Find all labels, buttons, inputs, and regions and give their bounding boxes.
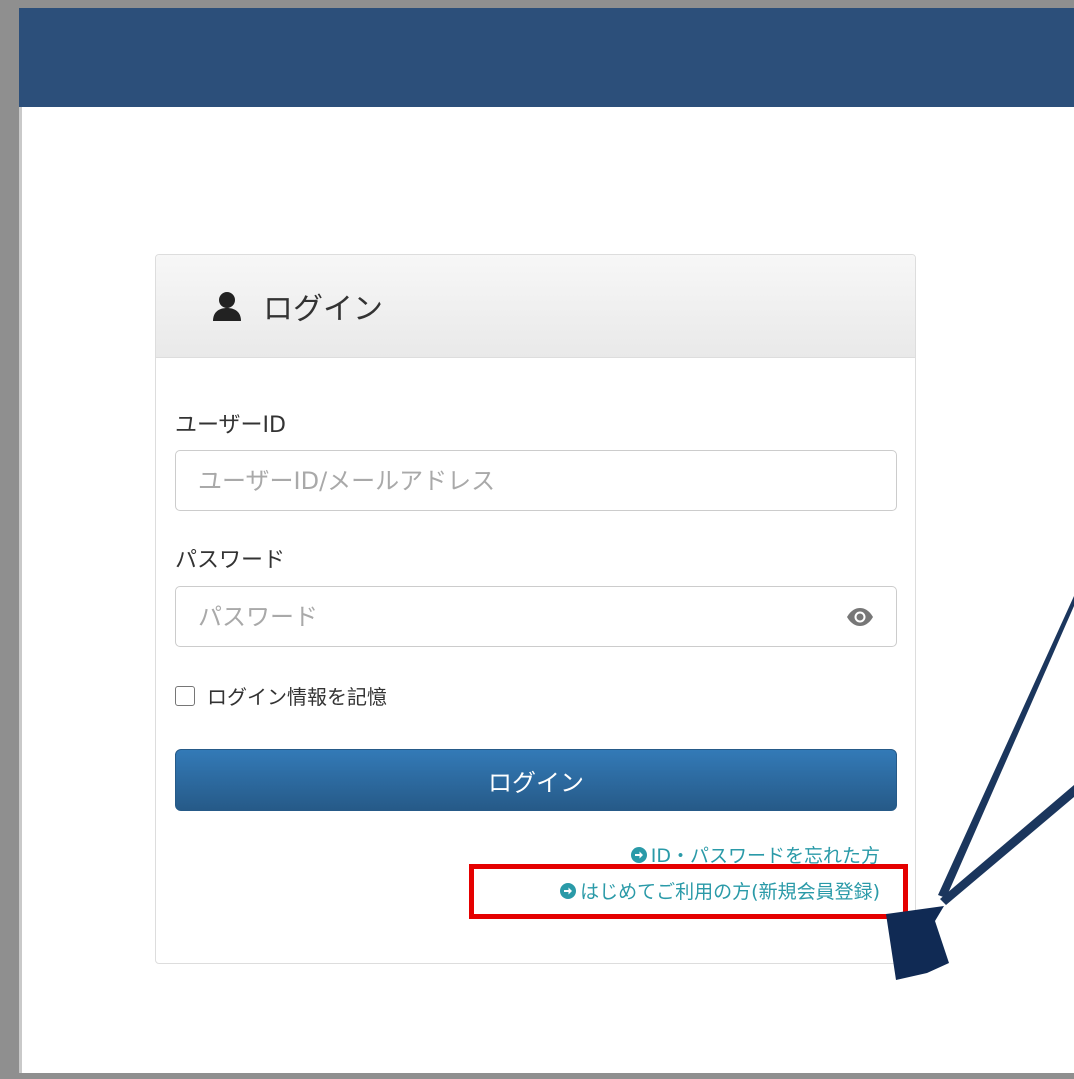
arrow-circle-right-icon bbox=[630, 846, 647, 863]
login-button[interactable]: ログイン bbox=[175, 749, 897, 811]
highlight-box bbox=[469, 864, 908, 919]
login-panel: ログイン ユーザーID パスワード ログイン情報を記憶 ログイン ID・パスワー… bbox=[155, 254, 916, 964]
remember-checkbox[interactable] bbox=[175, 685, 195, 706]
eye-icon[interactable] bbox=[846, 607, 874, 627]
remember-login: ログイン情報を記憶 bbox=[175, 681, 387, 710]
remember-label[interactable]: ログイン情報を記憶 bbox=[207, 681, 387, 710]
user-id-input[interactable] bbox=[175, 450, 897, 511]
user-icon bbox=[213, 292, 241, 321]
screenshot-frame-top bbox=[0, 0, 1074, 8]
password-input[interactable] bbox=[175, 586, 897, 647]
top-navbar bbox=[19, 8, 1074, 107]
login-panel-title: ログイン bbox=[263, 292, 383, 327]
screenshot-frame-bottom bbox=[0, 1073, 1074, 1079]
login-panel-heading: ログイン bbox=[156, 255, 915, 358]
password-label: パスワード bbox=[175, 548, 286, 573]
user-id-label: ユーザーID bbox=[175, 413, 286, 438]
screenshot-frame-left bbox=[0, 0, 19, 1079]
